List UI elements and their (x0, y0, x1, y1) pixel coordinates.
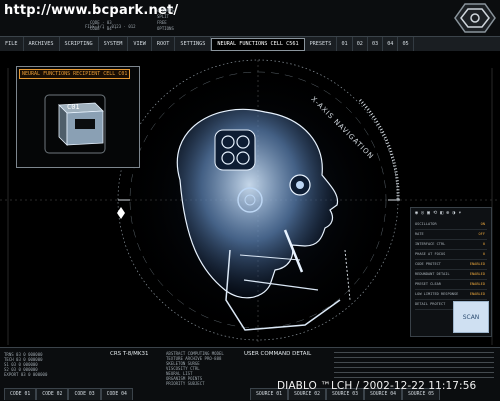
menu-bar: FILE ARCHIVES SCRIPTING SYSTEM VIEW ROOT… (0, 36, 500, 52)
tab-neural-functions[interactable]: NEURAL FUNCTIONS CELL C561 (211, 37, 305, 51)
menu-archives[interactable]: ARCHIVES (24, 37, 60, 51)
recipient-cell-panel: NEURAL FUNCTIONS RECIPIENT CELL C01 C01 (16, 66, 140, 168)
menu-file[interactable]: FILE (0, 37, 24, 51)
preset-04[interactable]: 04 (383, 37, 399, 51)
preset-03[interactable]: 03 (368, 37, 384, 51)
cube-icon (44, 94, 106, 154)
cube-label: C01 (67, 103, 80, 111)
setting-row[interactable]: OSCILLATOR ON (415, 220, 487, 230)
setting-row[interactable]: RATE OFF (415, 230, 487, 240)
watermark-stamp: DIABLO ™LCH / 2002-12-22 11:17:56 (277, 380, 477, 392)
scan-button[interactable]: SCAN (453, 301, 489, 333)
code-info-block: CODE · 03 CODE · 04 · (90, 20, 117, 31)
menu-view[interactable]: VIEW (128, 37, 152, 51)
preset-02[interactable]: 02 (353, 37, 368, 51)
setting-row[interactable]: DETAIL PROTECT (415, 300, 453, 310)
tab-code-01[interactable]: CODE 01 (4, 388, 37, 400)
command-log (334, 352, 494, 378)
menu-system[interactable]: SYSTEM (99, 37, 129, 51)
code-tabs: CODE 01 CODE 02 CODE 03 CODE 04 (4, 388, 133, 400)
tab-code-03[interactable]: CODE 03 (68, 388, 101, 400)
setting-row[interactable]: PRESET CLEAR ENABLED (415, 280, 487, 290)
menu-root[interactable]: ROOT (152, 37, 176, 51)
tab-code-02[interactable]: CODE 02 (36, 388, 69, 400)
menu-scripting[interactable]: SCRIPTING (60, 37, 99, 51)
stats-block: TRNS 03 0 000000 TECH 03 0 000000 S1 03 … (4, 352, 48, 377)
panel-toolbar: ◉ ◎ ▣ ⟲ ◧ ⊕ ◑ ▾ (415, 210, 462, 216)
setting-row[interactable]: INTERFACE CTRL 0 (415, 240, 487, 250)
preset-05[interactable]: 05 (398, 37, 414, 51)
hex-logo-icon (454, 3, 496, 33)
preset-01[interactable]: 01 (337, 37, 353, 51)
crs-label: CRS T-8/MK31 (110, 351, 149, 357)
center-text-block: ABSTRACT COMPUTING MODEL TEXTURE ARCHIVE… (166, 351, 224, 386)
setting-row[interactable]: LOW LIMITED RESPONSE ENABLED (415, 290, 487, 300)
recipient-cell-title: NEURAL FUNCTIONS RECIPIENT CELL C01 (19, 69, 131, 79)
watermark-url: http://www.bcpark.net/ (4, 3, 179, 18)
setting-row[interactable]: REDUNDANT DETAIL ENABLED (415, 270, 487, 280)
comps-info-block: 4 COMPS SPLIT FREE OPTIONS (157, 8, 174, 31)
setting-row[interactable]: PHASE AT FOCUS 0 (415, 250, 487, 260)
user-command-detail-title: USER COMMAND DETAIL (244, 351, 312, 357)
tab-code-04[interactable]: CODE 04 (100, 388, 133, 400)
menu-presets[interactable]: PRESETS (305, 37, 338, 51)
menu-settings[interactable]: SETTINGS (175, 37, 212, 51)
setting-row[interactable]: CODE PROTECT ENABLED (415, 260, 487, 270)
